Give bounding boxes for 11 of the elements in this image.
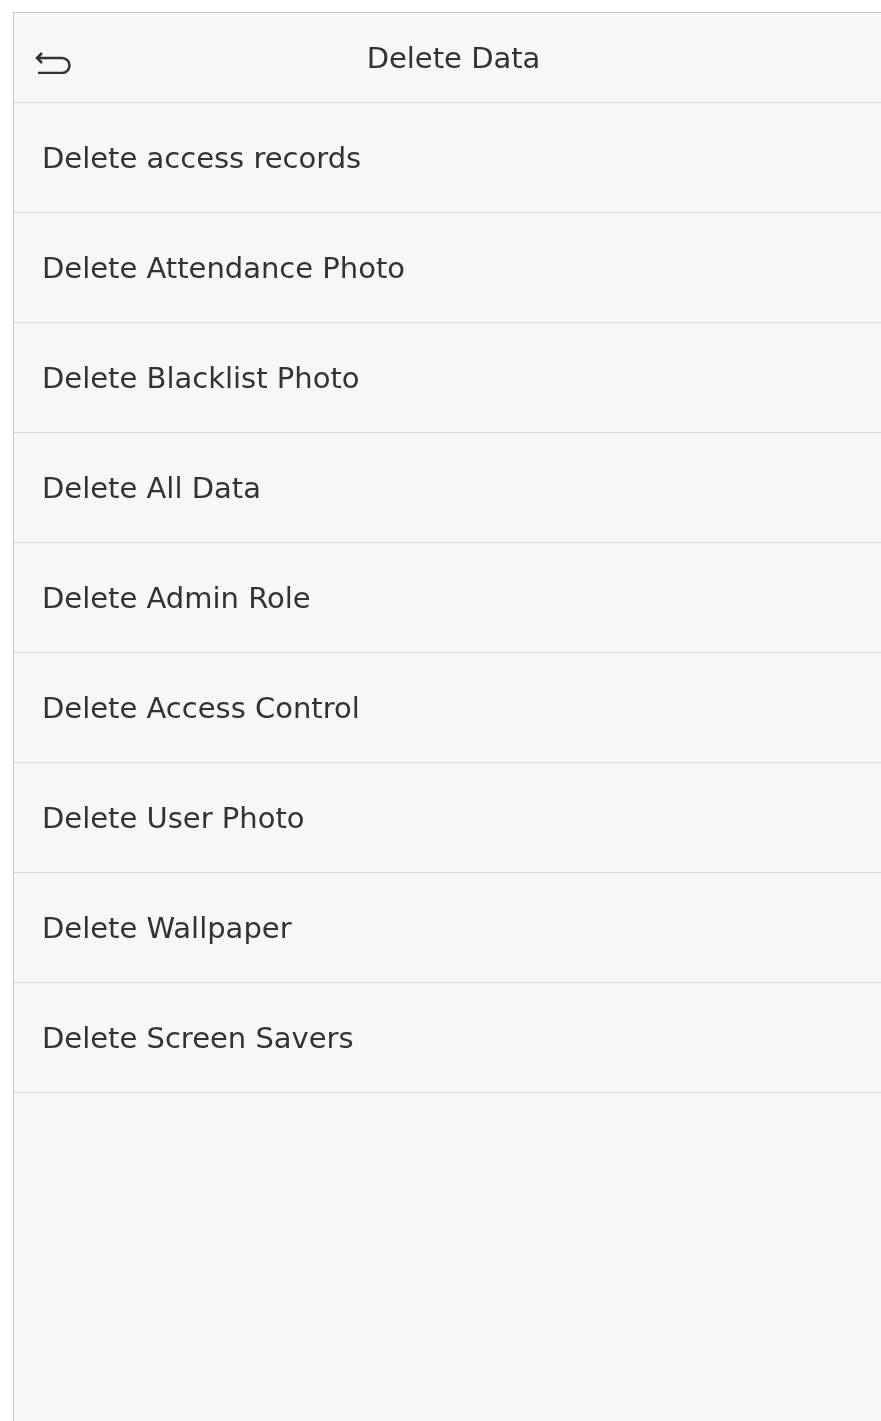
menu-item[interactable]: Delete Blacklist Photo <box>14 323 881 433</box>
back-icon[interactable] <box>34 50 74 74</box>
screen-title: Delete Data <box>365 40 541 75</box>
menu-item[interactable]: Delete Attendance Photo <box>14 213 881 323</box>
menu-item[interactable]: Delete Wallpaper <box>14 873 881 983</box>
menu-item[interactable]: Delete Admin Role <box>14 543 881 653</box>
menu-item[interactable]: Delete Screen Savers <box>14 983 881 1093</box>
menu-item[interactable]: Delete User Photo <box>14 763 881 873</box>
menu-item[interactable]: Delete All Data <box>14 433 881 543</box>
menu-item[interactable]: Delete Access Control <box>14 653 881 763</box>
menu-item[interactable]: Delete access records <box>14 103 881 213</box>
